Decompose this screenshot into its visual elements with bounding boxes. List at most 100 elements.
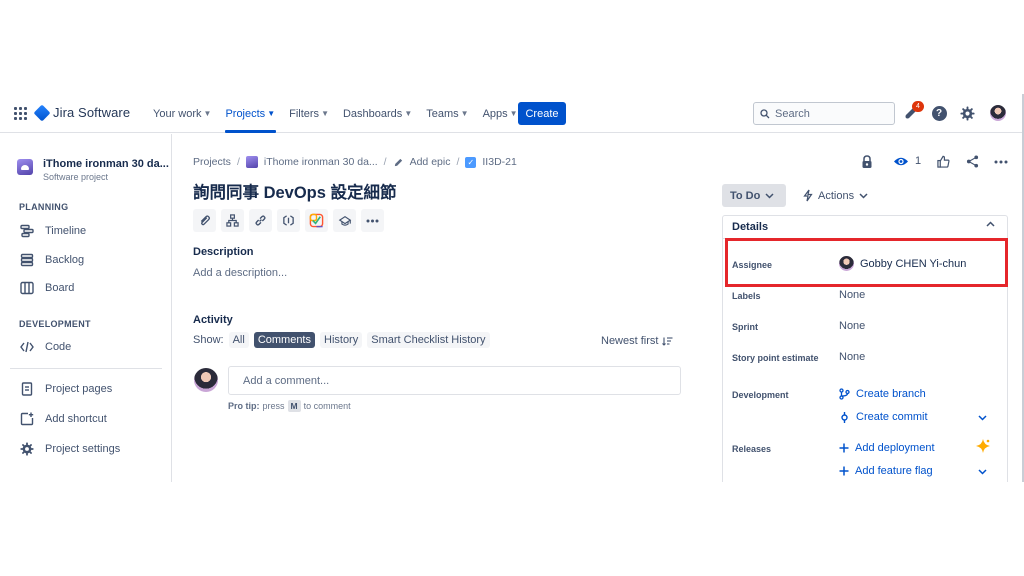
project-avatar-icon — [17, 159, 33, 175]
project-sidebar: iThome ironman 30 da... Software project… — [0, 134, 172, 482]
breadcrumb-project[interactable]: iThome ironman 30 da... — [264, 156, 378, 168]
checkbox-issue-icon: ✓ — [465, 156, 477, 168]
search-box[interactable] — [753, 102, 895, 125]
sidebar-item-label: Board — [45, 282, 75, 294]
search-input[interactable] — [775, 107, 885, 120]
more-actions-button[interactable] — [361, 209, 384, 232]
filter-history[interactable]: History — [320, 332, 363, 348]
issue-title[interactable]: 詢問同事 DevOps 設定細節 — [193, 179, 397, 203]
nav-teams[interactable]: Teams ▼ — [426, 94, 473, 133]
sidebar-item-backlog[interactable]: Backlog — [19, 252, 84, 268]
sidebar-item-timeline[interactable]: Timeline — [19, 223, 86, 239]
sidebar-item-project-pages[interactable]: Project pages — [19, 381, 112, 397]
search-icon — [760, 108, 770, 118]
app-integration-button[interactable] — [277, 209, 300, 232]
issue-toolbar — [193, 209, 384, 232]
development-label: Development — [732, 390, 789, 400]
add-shortcut-icon — [19, 411, 35, 427]
timeline-icon — [19, 223, 35, 239]
nav-dashboards[interactable]: Dashboards ▼ — [343, 94, 417, 133]
user-avatar — [990, 105, 1006, 121]
profile-button[interactable] — [989, 104, 1007, 122]
help-button[interactable]: ? — [930, 104, 948, 122]
details-header[interactable]: Details — [723, 216, 1007, 239]
filter-all[interactable]: All — [228, 332, 249, 348]
help-icon: ? — [931, 105, 947, 121]
sparkle-icon[interactable] — [975, 438, 991, 454]
sidebar-item-code[interactable]: Code — [19, 339, 71, 355]
create-commit-link[interactable]: Create commit — [839, 411, 928, 423]
breadcrumb-issue-key[interactable]: II3D-21 — [482, 156, 516, 168]
activity-filter-row: Show: All Comments History Smart Checkli… — [193, 332, 490, 348]
sidebar-item-add-shortcut[interactable]: Add shortcut — [19, 411, 107, 427]
sidebar-item-board[interactable]: Board — [19, 280, 74, 296]
lock-icon — [862, 155, 872, 168]
hat-icon — [338, 215, 351, 226]
hierarchy-icon — [226, 214, 239, 227]
nav-apps[interactable]: Apps ▼ — [483, 94, 523, 133]
project-avatar-icon — [245, 156, 258, 168]
create-button[interactable]: Create — [518, 102, 566, 125]
add-feature-flag-link[interactable]: Add feature flag — [839, 465, 933, 477]
sort-toggle[interactable]: Newest first — [601, 335, 673, 347]
breadcrumb-add-epic[interactable]: Add epic — [410, 156, 451, 168]
commenter-avatar — [194, 368, 218, 392]
breadcrumb-projects[interactable]: Projects — [193, 156, 231, 168]
chevron-down-icon[interactable] — [978, 415, 987, 421]
sidebar-item-project-settings[interactable]: Project settings — [19, 441, 120, 457]
watch-button[interactable]: 1 — [893, 155, 921, 167]
app-switcher-icon[interactable] — [14, 107, 27, 120]
issue-more-button[interactable] — [994, 160, 1008, 164]
nav-label: Teams — [426, 107, 459, 120]
vote-button[interactable] — [937, 155, 950, 168]
breadcrumb: Projects / iThome ironman 30 da... / Add… — [193, 156, 517, 168]
project-name[interactable]: iThome ironman 30 da... — [43, 158, 169, 170]
more-icon — [366, 219, 379, 222]
smart-checklist-button[interactable] — [305, 209, 328, 232]
add-deployment-link[interactable]: Add deployment — [839, 442, 935, 454]
nav-label: Dashboards — [342, 107, 403, 120]
add-child-issue-button[interactable] — [221, 209, 244, 232]
create-branch-link[interactable]: Create branch — [839, 388, 926, 400]
sidebar-item-label: Add shortcut — [45, 413, 107, 425]
nav-projects[interactable]: Projects ▼ — [225, 94, 280, 133]
bracket-app-icon — [283, 215, 294, 226]
sprint-value[interactable]: None — [839, 320, 865, 332]
settings-button[interactable] — [958, 104, 976, 122]
chevron-down-icon: ▼ — [321, 109, 329, 118]
branch-icon — [839, 388, 850, 400]
story-points-value[interactable]: None — [839, 351, 865, 363]
nav-your-work[interactable]: Your work ▼ — [153, 94, 216, 133]
nav-label: Filters — [289, 107, 320, 120]
gear-icon — [959, 105, 975, 121]
chevron-down-icon[interactable] — [978, 469, 987, 475]
actions-dropdown[interactable]: Actions — [803, 184, 868, 207]
gear-icon — [19, 441, 35, 457]
board-icon — [19, 280, 35, 296]
attach-button[interactable] — [193, 209, 216, 232]
paperclip-icon — [200, 215, 211, 226]
sidebar-item-label: Timeline — [45, 225, 87, 237]
share-button[interactable] — [966, 155, 979, 168]
breadcrumb-separator: / — [383, 156, 387, 168]
chevron-down-icon — [859, 192, 868, 199]
status-dropdown[interactable]: To Do — [722, 184, 786, 207]
jira-logo[interactable]: Jira Software — [33, 104, 130, 121]
description-placeholder[interactable]: Add a description... — [193, 267, 287, 279]
sort-icon — [662, 336, 673, 346]
eye-icon — [894, 157, 908, 165]
mentor-app-button[interactable] — [333, 209, 356, 232]
labels-label: Labels — [732, 291, 761, 301]
labels-value[interactable]: None — [839, 289, 865, 301]
filter-comments[interactable]: Comments — [253, 332, 315, 348]
details-heading: Details — [732, 221, 769, 233]
actions-label: Actions — [818, 189, 855, 202]
restrictions-button[interactable] — [861, 155, 873, 169]
link-issue-button[interactable] — [249, 209, 272, 232]
filter-smart-checklist-history[interactable]: Smart Checklist History — [367, 332, 490, 348]
assignee-highlight-box — [725, 238, 1008, 287]
nav-filters[interactable]: Filters ▼ — [289, 94, 334, 133]
comment-input[interactable] — [228, 366, 681, 395]
releases-label: Releases — [732, 444, 772, 454]
sidebar-item-label: Backlog — [45, 254, 85, 266]
